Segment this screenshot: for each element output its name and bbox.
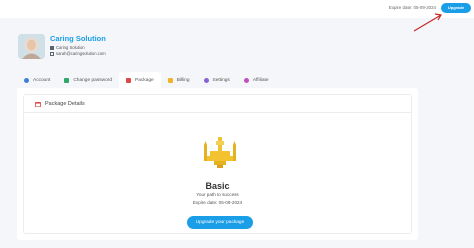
profile-email: sarah@caringsolution.com [50,51,106,56]
building-icon [50,46,54,50]
gear-icon [203,77,209,83]
upgrade-package-button[interactable]: Upgrade your package [187,216,253,229]
profile-company: Caring Solution [50,45,85,50]
tab-settings[interactable]: Settings [197,72,237,88]
tab-label: Account [33,77,51,83]
plane-icon [204,137,236,168]
tab-change-password[interactable]: Change password [57,72,119,88]
avatar [18,34,45,59]
tab-label: Change password [73,77,113,83]
tab-bar: Account Change password Package Billing … [17,72,418,88]
package-panel: Package Details Basic Your path to succe… [17,88,418,240]
calendar-icon [35,102,41,107]
tab-label: Package [135,77,154,83]
tab-package[interactable]: Package [119,72,161,88]
affiliate-icon [243,77,249,83]
package-card: Package Details Basic Your path to succe… [23,94,412,234]
tab-label: Settings [212,77,230,83]
mail-icon [50,52,54,56]
calendar-icon [126,77,132,83]
plan-name: Basic [205,181,230,191]
tab-label: Affiliate [252,77,269,83]
tab-label: Billing [176,77,190,83]
section-title: Package Details [45,101,85,107]
tab-account[interactable]: Account [17,72,57,88]
top-arrow-icon [413,13,442,32]
profile-name: Caring Solution [50,34,106,43]
key-icon [64,77,70,83]
tab-affiliate[interactable]: Affiliate [237,72,276,88]
tab-billing[interactable]: Billing [161,72,197,88]
avatar-image [18,34,45,59]
bill-icon [167,77,173,83]
profile-email-label: sarah@caringsolution.com [56,51,106,56]
profile-company-label: Caring Solution [56,45,85,50]
user-icon [24,77,29,83]
card-header: Package Details [24,95,411,113]
plan-expire-date: Expire date: 05-09-2024 [192,200,243,205]
plan-tagline: Your path to success [196,192,239,197]
